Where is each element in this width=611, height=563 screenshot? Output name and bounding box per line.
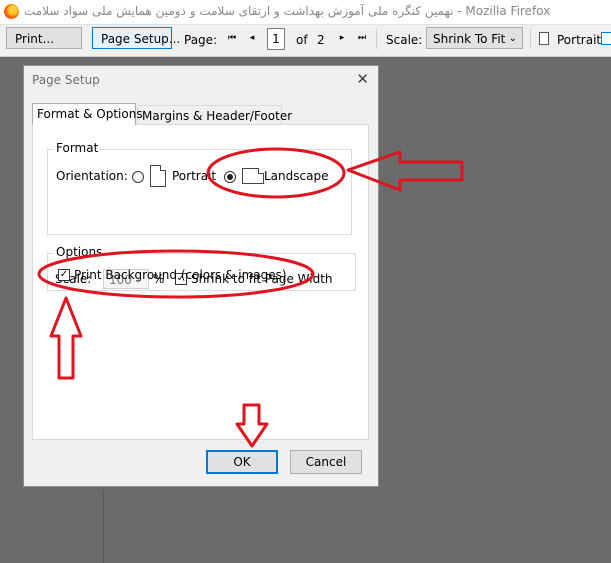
options-group-label: Options [54, 245, 105, 259]
toolbar-divider [376, 29, 377, 49]
portrait-label[interactable]: Portrait [172, 169, 216, 183]
preview-page-edge [103, 490, 104, 563]
last-page-icon[interactable]: ⏭ [356, 31, 368, 45]
portrait-toggle-label[interactable]: Portrait [557, 33, 601, 47]
landscape-page-icon [242, 168, 264, 184]
page-total: 2 [317, 33, 325, 47]
page-number-input[interactable]: 1 [267, 28, 285, 50]
page-label: Page: [184, 33, 218, 47]
cancel-button[interactable]: Cancel [290, 450, 362, 474]
close-icon[interactable]: ✕ [356, 70, 369, 88]
print-button[interactable]: Print... [6, 27, 82, 49]
portrait-radio[interactable] [132, 171, 144, 183]
orientation-label: Orientation: [56, 169, 128, 183]
tab-format-options[interactable]: Format & Options [32, 103, 143, 125]
page-setup-dialog: Page Setup ✕ Format & Options Margins & … [23, 65, 379, 487]
first-page-icon[interactable]: ⏮ [226, 31, 238, 45]
format-group-label: Format [54, 141, 101, 155]
print-preview-toolbar: Print... Page Setup... Page: ⏮ ◂ 1 of 2 … [0, 25, 611, 57]
dialog-title: Page Setup [32, 73, 100, 87]
print-background-label[interactable]: Print Background (colors & images) [74, 268, 287, 282]
tab-margins-header-footer[interactable]: Margins & Header/Footer [137, 105, 292, 125]
print-background-checkbox[interactable]: ✓ [58, 269, 70, 281]
ok-button[interactable]: OK [206, 450, 278, 474]
format-options-panel: Format Orientation: Portrait Landscape S… [32, 124, 369, 440]
scale-select-value: Shrink To Fit [433, 32, 506, 46]
scale-select[interactable]: Shrink To Fit ⌄ [426, 27, 523, 49]
page-setup-button[interactable]: Page Setup... [92, 27, 180, 49]
scale-label: Scale: [386, 33, 423, 47]
previous-page-icon[interactable]: ◂ [246, 31, 258, 45]
toolbar-divider [530, 29, 531, 49]
landscape-radio[interactable] [224, 171, 236, 183]
chevron-down-icon: ⌄ [508, 33, 517, 44]
firefox-logo-icon [4, 4, 19, 19]
portrait-page-icon [150, 165, 166, 187]
window-title: نهمین کنگره ملی آموزش بهداشت و ارتقای سل… [24, 4, 551, 18]
options-group: Options ✓ Print Background (colors & ima… [47, 245, 356, 291]
portrait-page-icon [539, 32, 549, 45]
format-group: Format Orientation: Portrait Landscape [47, 141, 352, 235]
window-title-bar: نهمین کنگره ملی آموزش بهداشت و ارتقای سل… [0, 0, 611, 25]
next-page-icon[interactable]: ▸ [336, 31, 348, 45]
landscape-label[interactable]: Landscape [264, 169, 328, 183]
landscape-page-icon[interactable] [601, 32, 611, 45]
of-label: of [296, 33, 308, 47]
